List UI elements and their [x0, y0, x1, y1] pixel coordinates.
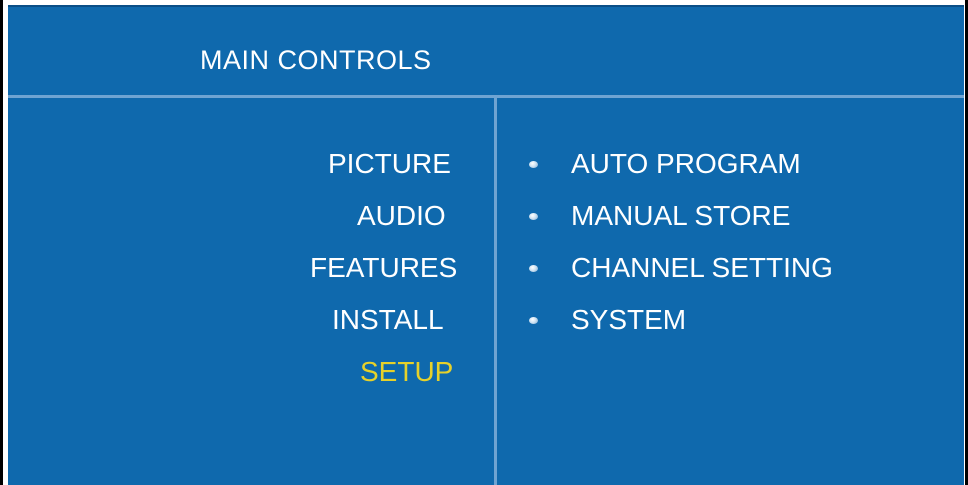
page-title: MAIN CONTROLS	[200, 45, 432, 75]
submenu-item-label: SYSTEM	[571, 304, 687, 335]
bullet-dot-icon	[529, 264, 538, 272]
menu-header: MAIN CONTROLS	[8, 7, 964, 98]
menu-item-audio[interactable]: AUDIO	[357, 200, 446, 232]
menu-item-picture[interactable]: PICTURE	[328, 148, 451, 180]
main-controls-panel: MAIN CONTROLS PICTURE AUDIO FEATURES INS…	[8, 5, 964, 485]
submenu-item-system[interactable]: SYSTEM	[529, 300, 686, 340]
bullet-dot-icon	[529, 160, 538, 168]
menu-item-setup[interactable]: SETUP	[360, 356, 453, 388]
tv-menu-screen: ( ) MAIN CONTROLS PICTURE AUDIO FEATURES…	[0, 0, 968, 485]
bullet-dot-icon	[529, 316, 538, 324]
bullet-dot-icon	[529, 212, 538, 220]
tv-menu-frame: MAIN CONTROLS PICTURE AUDIO FEATURES INS…	[0, 0, 968, 485]
submenu-item-manual-store[interactable]: MANUAL STORE	[529, 196, 790, 236]
main-menu: PICTURE AUDIO FEATURES INSTALL SETUP	[8, 98, 494, 485]
menu-item-install[interactable]: INSTALL	[332, 304, 444, 336]
submenu-item-label: CHANNEL SETTING	[571, 252, 833, 283]
setup-submenu: AUTO PROGRAM MANUAL STORE CHANNEL SETTIN…	[497, 98, 964, 485]
submenu-item-auto-program[interactable]: AUTO PROGRAM	[529, 144, 801, 184]
submenu-item-label: MANUAL STORE	[571, 200, 791, 231]
submenu-item-label: AUTO PROGRAM	[571, 148, 801, 179]
submenu-item-channel-setting[interactable]: CHANNEL SETTING	[529, 248, 833, 288]
menu-item-features[interactable]: FEATURES	[310, 252, 457, 284]
